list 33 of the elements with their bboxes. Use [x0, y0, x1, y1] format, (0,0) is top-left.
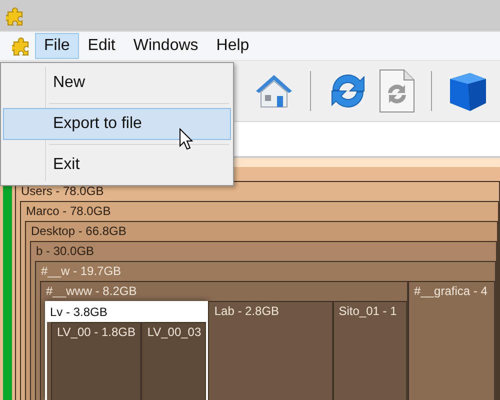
- folder-label: Desktop - 66.8GB: [30, 223, 128, 240]
- folder-label: Sito_01 - 1: [338, 303, 398, 320]
- menu-item[interactable]: Help: [207, 33, 258, 59]
- treemap-block[interactable]: Desktop - 66.8GB b - 30.0GB #__w - 19.7GB #__www - 8.2GB Lv - 3.8GB LV_00 - 1.8GB LV_00_03 Lab - 2.8GB Sito_01 - 1 #__grafica - 4: [25, 221, 498, 400]
- treemap-block[interactable]: #__www - 8.2GB Lv - 3.8GB LV_00 - 1.8GB LV_00_03 Lab - 2.8GB Sito_01 - 1: [40, 281, 408, 400]
- treemap-block[interactable]: #__grafica - 4: [408, 281, 495, 400]
- menu-item[interactable]: Edit: [78, 33, 124, 59]
- menu-item[interactable]: Export to file: [3, 108, 231, 140]
- treemap-block[interactable]: LV_00_03: [141, 322, 206, 400]
- treemap-block[interactable]: #__w - 19.7GB #__www - 8.2GB Lv - 3.8GB LV_00 - 1.8GB LV_00_03 Lab - 2.8GB Sito_01 - 1 #__grafica - 4: [35, 261, 496, 400]
- treemap-block[interactable]: LV_00 - 1.8GB: [51, 322, 142, 400]
- folder-label: Users - 78.0GB: [20, 183, 105, 200]
- folder-label: LV_00 - 1.8GB: [56, 324, 136, 341]
- treemap-block[interactable]: Marco - 78.0GB Desktop - 66.8GB b - 30.0GB #__w - 19.7GB #__www - 8.2GB Lv - 3.8GB LV_00 - 1.8GB LV_00_03 Lab - 2.8GB Sito_01 - 1 #__grafica - 4: [20, 201, 499, 400]
- treemap-block[interactable]: Users - 78.0GB Marco - 78.0GB Desktop - 66.8GB b - 30.0GB #__w - 19.7GB #__www - 8.2GB Lv - 3.8GB LV_00 - 1.8GB LV_00_03 Lab - 2.8GB Sito_01 - 1 #__grafica - 4: [15, 181, 500, 400]
- treemap-block[interactable]: b - 30.0GB #__w - 19.7GB #__www - 8.2GB Lv - 3.8GB LV_00 - 1.8GB LV_00_03 Lab - 2.8GB Sito_01 - 1 #__grafica - 4: [30, 241, 497, 400]
- folder-label: Lab - 2.8GB: [213, 303, 280, 320]
- menu-item[interactable]: File: [35, 33, 79, 59]
- folder-label: #__w - 19.7GB: [40, 263, 122, 280]
- folder-label: #__www - 8.2GB: [45, 283, 138, 300]
- treemap-block[interactable]: Lv - 3.8GB LV_00 - 1.8GB LV_00_03: [45, 301, 208, 400]
- treemap-block[interactable]: Lab - 2.8GB: [208, 301, 333, 400]
- folder-label: #__grafica - 4: [413, 283, 488, 300]
- menu-item[interactable]: Windows: [124, 33, 208, 59]
- menu-item[interactable]: New: [3, 67, 231, 99]
- folder-label: b - 30.0GB: [35, 243, 96, 260]
- document-refresh-icon[interactable]: [377, 68, 417, 114]
- treemap-block[interactable]: Sito_01 - 1: [332, 301, 408, 400]
- menu-item[interactable]: Exit: [3, 149, 231, 181]
- folder-label: Marco - 78.0GB: [25, 203, 112, 220]
- mouse-pointer-icon: [179, 128, 193, 150]
- folder-label: Lv - 3.8GB: [47, 303, 206, 322]
- folder-label: LV_00_03: [146, 324, 202, 341]
